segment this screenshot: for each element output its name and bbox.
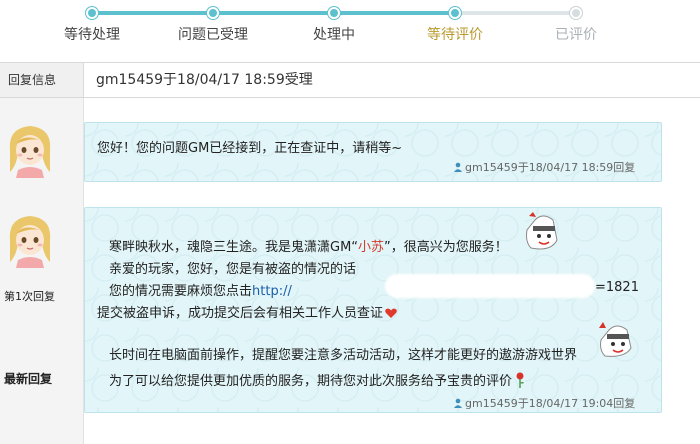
reply-info-row: 回复信息 gm15459于18/04/17 18:59受理 [0, 62, 700, 98]
user-icon [454, 398, 462, 408]
step-dot [207, 7, 219, 19]
reply-count-label: 第1次回复 [4, 290, 55, 303]
greeting-post: ”，很高兴为您服务！ [384, 240, 508, 255]
reply-bubble-2: 寒畔映秋水，魂隐三生途。我是鬼潇潇GM“小苏”，很高兴为您服务！ 亲爱的玩家，您… [84, 207, 662, 413]
cartoon-ghost-icon [526, 212, 558, 250]
reply-meta: gm15459于18/04/17 18:59回复 [453, 159, 635, 175]
reply-info-label: 回复信息 [0, 63, 84, 97]
gm-name: 小苏 [358, 240, 385, 255]
reply-bubble-1: 您好！您的问题GM已经接到，正在查证中，请稍等~ gm15459于18/04/1… [84, 122, 662, 182]
reply-info-text: gm15459于18/04/17 18:59受理 [96, 72, 313, 88]
rose-icon [516, 372, 525, 388]
reply-line-5: 长时间在电脑面前操作，提醒您要注意多活动活动，这样才能更好的遨游游戏世界 [109, 348, 578, 363]
step-waiting: 等待处理 [37, 0, 147, 56]
greeting-line: 寒畔映秋水，魂隐三生途。我是鬼潇潇GM“小苏”，很高兴为您服务！ [109, 236, 508, 255]
latest-reply-label: 最新回复 [4, 372, 53, 386]
reply-line-2: 亲爱的玩家，您好，您是有被盗的情况的话 [109, 262, 357, 277]
greeting-pre: 寒畔映秋水，魂隐三生途。我是鬼潇潇GM“ [109, 240, 359, 255]
step-label: 已评价 [555, 27, 597, 43]
step-processing: 处理中 [279, 0, 389, 56]
appeal-link[interactable]: http:// [252, 284, 292, 299]
cartoon-ghost-icon [599, 322, 632, 357]
reply-line-6-text: 为了可以给您提供更加优质的服务，期待您对此次服务给予宝贵的评价 [109, 374, 513, 389]
redacted-area [385, 274, 595, 298]
reply-line-3: 您的情况需要麻烦您点击http:// [109, 280, 292, 299]
reply-meta-text: gm15459于18/04/17 18:59回复 [465, 161, 636, 174]
user-icon [454, 162, 462, 172]
reply-line-4: 提交被盗申诉，成功提交后会有相关工作人员查证 [97, 302, 397, 321]
step-awaiting-rating: 等待评价 [400, 0, 510, 56]
reply-text: 您好！您的问题GM已经接到，正在查证中，请稍等~ [97, 141, 403, 156]
reply-line-4-text: 提交被盗申诉，成功提交后会有相关工作人员查证 [97, 306, 384, 321]
step-label: 等待评价 [427, 27, 483, 43]
progress-steps: 等待处理 问题已受理 处理中 等待评价 已评价 [0, 0, 700, 56]
step-accepted: 问题已受理 [158, 0, 268, 56]
link-suffix: =1821 [595, 280, 639, 295]
reply-line-3-pre: 您的情况需要麻烦您点击 [109, 284, 253, 299]
reply-meta: gm15459于18/04/17 19:04回复 [453, 395, 635, 411]
heart-icon [385, 308, 397, 318]
step-label: 问题已受理 [178, 27, 248, 43]
step-dot [328, 7, 340, 19]
step-label: 处理中 [313, 27, 355, 43]
step-dot [86, 7, 98, 19]
reply-line-6: 为了可以给您提供更加优质的服务，期待您对此次服务给予宝贵的评价 [109, 370, 526, 389]
gm-avatar-2 [4, 210, 56, 268]
step-dot [449, 7, 461, 19]
gm-avatar-1 [4, 120, 56, 178]
step-dot [570, 7, 582, 19]
reply-meta-text: gm15459于18/04/17 19:04回复 [465, 397, 636, 410]
reply-sidebar: 第1次回复 最新回复 [0, 98, 84, 444]
step-rated: 已评价 [521, 0, 631, 56]
step-label: 等待处理 [64, 27, 120, 43]
